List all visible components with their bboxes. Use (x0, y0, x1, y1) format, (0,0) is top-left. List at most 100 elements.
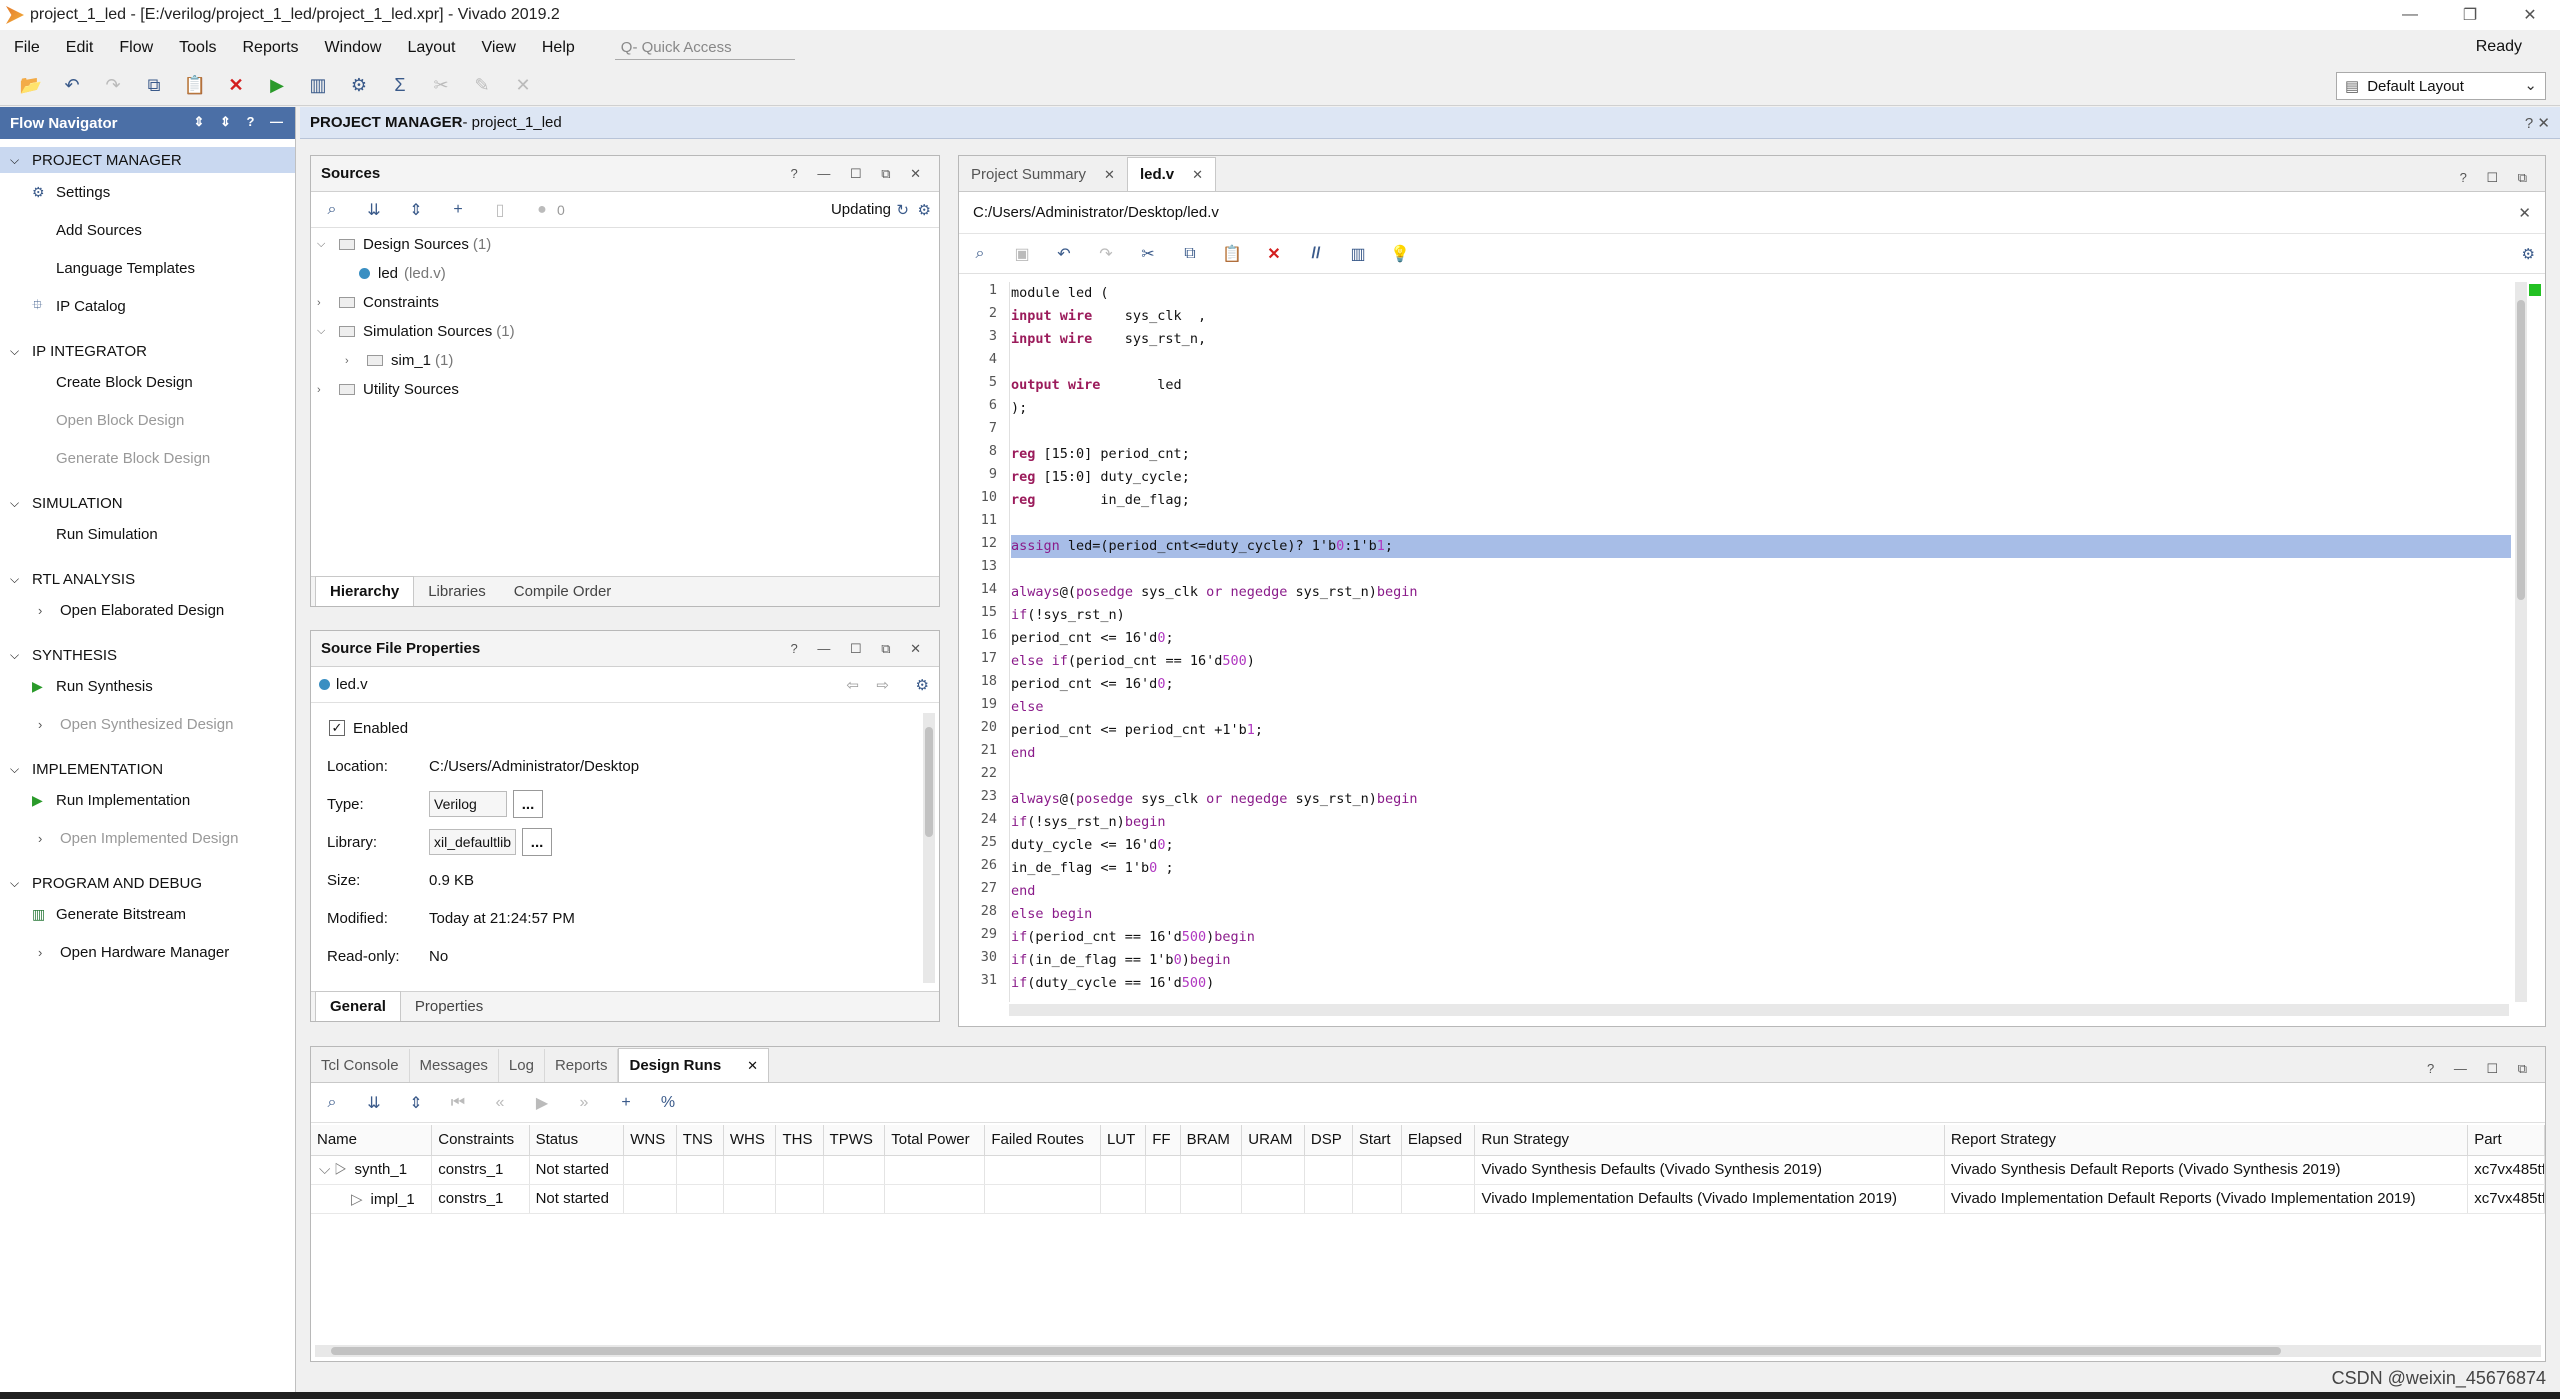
undo-icon[interactable]: ↶ (59, 73, 85, 99)
forward-arrow-icon[interactable]: ⇨ (876, 676, 889, 694)
column-header[interactable]: Constraints (431, 1125, 530, 1156)
add-icon[interactable]: + (615, 1094, 637, 1112)
editor-scrollbar-v[interactable] (2515, 282, 2527, 1002)
column-header[interactable]: DSP (1304, 1125, 1353, 1156)
redo-icon[interactable]: ↷ (100, 73, 126, 99)
next-icon[interactable]: » (573, 1094, 595, 1112)
tree-utility-sources[interactable]: › Utility Sources (317, 375, 939, 404)
column-header[interactable]: Failed Routes (984, 1125, 1101, 1156)
paste-icon[interactable]: 📋 (182, 73, 208, 99)
first-icon[interactable]: ⏮ (447, 1094, 469, 1112)
column-header[interactable]: Part (2467, 1125, 2545, 1156)
menu-reports[interactable]: Reports (243, 39, 299, 57)
run-icon[interactable]: ▶ (264, 73, 290, 99)
delete-icon[interactable]: ✕ (223, 73, 249, 99)
undo-icon[interactable]: ↶ (1053, 244, 1075, 264)
column-icon[interactable]: ▥ (1347, 244, 1369, 264)
collapse-all-icon[interactable]: ⇊ (363, 1093, 385, 1113)
menu-tools[interactable]: Tools (179, 39, 216, 57)
tab-compile-order[interactable]: Compile Order (500, 577, 626, 606)
menu-flow[interactable]: Flow (119, 39, 153, 57)
flow-open-hardware-manager[interactable]: › Open Hardware Manager (0, 933, 295, 971)
tab-general[interactable]: General (315, 991, 401, 1021)
tree-sim-1[interactable]: › sim_1 (1) (317, 346, 939, 375)
settings-gear-icon[interactable]: ⚙ (346, 73, 372, 99)
tab-project-summary[interactable]: Project Summary ✕ (959, 158, 1127, 191)
file-icon[interactable]: ▯ (489, 200, 511, 220)
add-icon[interactable]: + (447, 201, 469, 219)
comment-icon[interactable]: // (1305, 245, 1327, 263)
flow-settings[interactable]: ⚙ Settings (0, 173, 295, 211)
section-program-debug[interactable]: ⌵ PROGRAM AND DEBUG (0, 871, 295, 895)
flow-run-simulation[interactable]: Run Simulation (0, 515, 295, 553)
column-header[interactable]: WHS (723, 1125, 777, 1156)
table-row[interactable]: ⌵ ▷ synth_1 constrs_1 Not started Vivado Syn… (311, 1155, 2545, 1185)
menu-help[interactable]: Help (542, 39, 575, 57)
column-header[interactable]: URAM (1241, 1125, 1305, 1156)
program-device-icon[interactable]: ▥ (305, 73, 331, 99)
column-header[interactable]: Total Power (884, 1125, 986, 1156)
menu-edit[interactable]: Edit (66, 39, 94, 57)
flow-generate-bitstream[interactable]: ▥ Generate Bitstream (0, 895, 295, 933)
prev-icon[interactable]: « (489, 1094, 511, 1112)
editor-scrollbar-h[interactable] (1009, 1004, 2509, 1016)
tab-hierarchy[interactable]: Hierarchy (315, 576, 415, 606)
expand-all-icon[interactable]: ⇕ (405, 200, 427, 220)
tab-messages[interactable]: Messages (410, 1049, 499, 1082)
type-more-button[interactable]: ... (513, 790, 543, 818)
back-arrow-icon[interactable]: ⇦ (846, 676, 859, 694)
runs-scrollbar-h[interactable] (315, 1345, 2541, 1357)
gear-icon[interactable]: ⚙ (2522, 245, 2535, 263)
layout-select[interactable]: ▤ Default Layout ⌄ (2336, 72, 2546, 100)
tree-design-sources[interactable]: ⌵ Design Sources (1) (317, 230, 939, 259)
play-icon[interactable]: ▶ (531, 1093, 553, 1113)
section-implementation[interactable]: ⌵ IMPLEMENTATION (0, 757, 295, 781)
run-triangle-icon[interactable]: ▷ (351, 1191, 363, 1208)
open-project-icon[interactable]: 📂 (18, 73, 44, 99)
column-header[interactable]: Status (529, 1125, 625, 1156)
panel-controls-icon[interactable]: ? — ☐ ⧉ ✕ (790, 166, 929, 182)
panel-controls-icon[interactable]: ? ☐ ⧉ (2460, 170, 2535, 186)
tool-disabled-3-icon[interactable]: ✕ (510, 73, 536, 99)
search-icon[interactable]: ⌕ (321, 1094, 343, 1112)
flow-open-block-design[interactable]: Open Block Design (0, 401, 295, 439)
section-project-manager[interactable]: ⌵ PROJECT MANAGER (0, 147, 295, 173)
props-scrollbar[interactable] (923, 713, 935, 983)
section-rtl-analysis[interactable]: ⌵ RTL ANALYSIS (0, 567, 295, 591)
tool-disabled-1-icon[interactable]: ✂ (428, 73, 454, 99)
sigma-icon[interactable]: Σ (387, 73, 413, 99)
column-header[interactable]: TNS (676, 1125, 724, 1156)
type-field[interactable]: Verilog (429, 791, 507, 817)
column-header[interactable]: BRAM (1180, 1125, 1243, 1156)
column-header[interactable]: Report Strategy (1944, 1125, 2469, 1156)
quick-access-input[interactable]: Q- Quick Access (614, 36, 795, 60)
section-simulation[interactable]: ⌵ SIMULATION (0, 491, 295, 515)
section-synthesis[interactable]: ⌵ SYNTHESIS (0, 643, 295, 667)
flow-language-templates[interactable]: Language Templates (0, 249, 295, 287)
menu-window[interactable]: Window (325, 39, 382, 57)
copy-icon[interactable]: ⧉ (1179, 245, 1201, 263)
tab-led-v[interactable]: led.v ✕ (1126, 157, 1217, 191)
library-field[interactable]: xil_defaultlib (429, 829, 517, 855)
paste-icon[interactable]: 📋 (1221, 244, 1243, 264)
tab-design-runs[interactable]: Design Runs ✕ (618, 1048, 770, 1082)
column-header[interactable]: FF (1145, 1125, 1181, 1156)
column-header[interactable]: LUT (1100, 1125, 1147, 1156)
code-area[interactable]: 1 module led ( 2 input wire sys_clk , 3 inp… (959, 282, 2519, 1002)
flow-ip-catalog[interactable]: ⯐ IP Catalog (0, 287, 295, 325)
restore-icon[interactable]: ❐ (2440, 0, 2500, 30)
tab-properties[interactable]: Properties (401, 992, 497, 1021)
flow-create-block-design[interactable]: Create Block Design (0, 363, 295, 401)
close-icon[interactable]: ✕ (747, 1058, 758, 1073)
column-header[interactable]: Elapsed (1401, 1125, 1476, 1156)
column-header[interactable]: Start (1352, 1125, 1402, 1156)
menu-layout[interactable]: Layout (407, 39, 455, 57)
expand-triangle-icon[interactable]: ⌵ ▷ (319, 1161, 347, 1178)
tree-simulation-sources[interactable]: ⌵ Simulation Sources (1) (317, 317, 939, 346)
tool-disabled-2-icon[interactable]: ✎ (469, 73, 495, 99)
gear-icon[interactable]: ⚙ (916, 676, 929, 694)
gear-icon[interactable]: ⚙ (918, 201, 931, 219)
delete-icon[interactable]: ✕ (1263, 244, 1285, 264)
minimize-icon[interactable]: — (2380, 0, 2440, 30)
tab-reports[interactable]: Reports (545, 1049, 619, 1082)
